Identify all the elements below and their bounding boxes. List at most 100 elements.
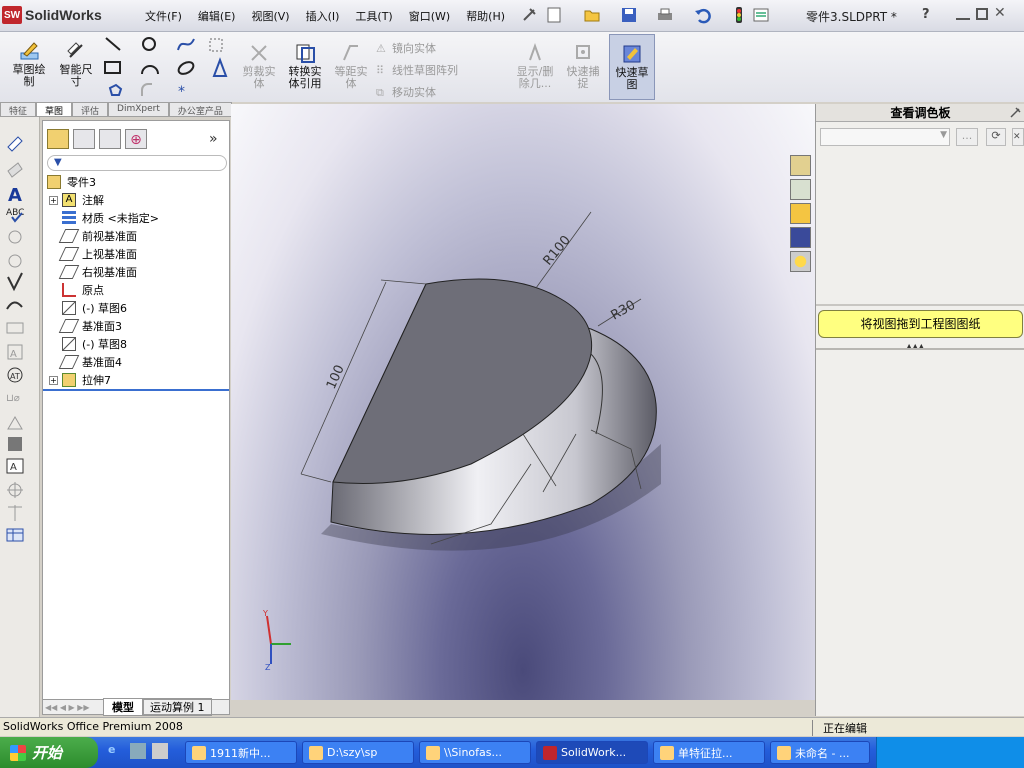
help-icon[interactable]: ?: [922, 7, 930, 22]
rebuild-icon[interactable]: [730, 6, 748, 24]
rapid-sketch-icon: [623, 45, 641, 63]
tree-item-origin[interactable]: 原点: [62, 281, 104, 299]
tab-evaluate[interactable]: 评估: [72, 102, 109, 117]
graphics-viewport[interactable]: R100 R30 100 Y Z: [231, 104, 815, 700]
menu-help[interactable]: 帮助(H): [458, 8, 513, 24]
close-icon[interactable]: ✕: [994, 6, 1008, 20]
mirror-label: 镜向实体: [392, 42, 436, 55]
restore-icon[interactable]: [976, 8, 988, 20]
taskbar-item-active[interactable]: SolidWork...: [536, 741, 648, 764]
tree-item-plane4[interactable]: 基准面4: [58, 353, 122, 371]
pin-pane-icon[interactable]: [1008, 106, 1022, 120]
quick-snaps-button[interactable]: 快速捕 捉: [562, 42, 604, 90]
options-icon[interactable]: [752, 6, 770, 24]
app-icon[interactable]: [152, 743, 168, 759]
left-toolbar: A ABC A AT ⊔⌀ A: [0, 117, 40, 717]
tab-motion-study[interactable]: 运动算例 1: [143, 698, 212, 716]
trim-entities-button[interactable]: 剪裁实 体: [238, 42, 280, 90]
tree-item-sketch6[interactable]: (-) 草图6: [62, 299, 127, 317]
menu-view[interactable]: 视图(V): [243, 8, 297, 24]
appearances-icon[interactable]: [790, 251, 811, 272]
mirror-entities-button[interactable]: ⚠ 镜向实体: [376, 38, 506, 60]
rapid-sketch-button[interactable]: 快速草 图: [609, 34, 655, 100]
status-bar: SolidWorks Office Premium 2008 正在编辑: [0, 717, 1024, 736]
tab-features[interactable]: 特征: [0, 102, 37, 117]
taskbar-item[interactable]: D:\szy\sp: [302, 741, 414, 764]
tree-item-label: 前视基准面: [82, 230, 137, 243]
design-library-icon[interactable]: [790, 179, 811, 200]
file-explorer-icon[interactable]: [790, 203, 811, 224]
tab-sketch[interactable]: 草图: [36, 102, 73, 117]
display-delete-relations-button[interactable]: 显示/删 除几...: [512, 42, 558, 90]
centerline-icon: [8, 505, 22, 521]
expand-chevron-icon[interactable]: »: [209, 131, 218, 147]
tree-item-top-plane[interactable]: 上视基准面: [58, 245, 137, 263]
tree-item-extrude7[interactable]: + 拉伸7: [49, 371, 111, 389]
tree-item-label: 材质 <未指定>: [82, 212, 159, 225]
start-button[interactable]: 开始: [0, 737, 98, 768]
tree-item-front-plane[interactable]: 前视基准面: [58, 227, 137, 245]
filter-input[interactable]: ▼: [47, 155, 227, 171]
offset-entities-button[interactable]: 等距实 体: [330, 42, 372, 90]
desktop-icon[interactable]: [130, 743, 146, 759]
dimension-r30[interactable]: R30: [609, 298, 639, 324]
expand-toggle-icon[interactable]: +: [49, 195, 58, 205]
expand-toggle-icon[interactable]: +: [49, 375, 58, 385]
menu-file[interactable]: 文件(F): [137, 8, 190, 24]
feature-manager-tree-icon[interactable]: [47, 129, 69, 149]
sketch-button[interactable]: 草图绘 制: [8, 40, 50, 88]
tree-item-annotations[interactable]: + A 注解: [49, 191, 104, 209]
tree-item-right-plane[interactable]: 右视基准面: [58, 263, 137, 281]
rollback-bar[interactable]: [43, 389, 229, 391]
taskbar-item[interactable]: 1911新中...: [185, 741, 297, 764]
tab-model[interactable]: 模型: [103, 698, 143, 716]
menu-insert[interactable]: 插入(I): [298, 8, 348, 24]
configuration-manager-icon[interactable]: [99, 129, 121, 149]
table-icon: [6, 528, 24, 542]
linear-pattern-button[interactable]: ⠿ 线性草图阵列: [376, 60, 506, 82]
part-icon: [47, 175, 61, 189]
dimension-r100[interactable]: R100: [541, 233, 574, 269]
taskbar-item[interactable]: 未命名 - ...: [770, 741, 870, 764]
print-icon[interactable]: [656, 6, 674, 24]
tab-nav-icon[interactable]: ◀◀ ◀ ▶ ▶▶: [43, 703, 103, 712]
clear-icon[interactable]: ✕: [1012, 128, 1024, 146]
move-entities-button[interactable]: ⧉ 移动实体: [376, 82, 506, 104]
open-folder-icon[interactable]: [583, 6, 601, 24]
grid-icon: [209, 38, 223, 52]
tree-item-material[interactable]: 材质 <未指定>: [62, 209, 159, 227]
menu-edit[interactable]: 编辑(E): [190, 8, 244, 24]
tree-item-plane3[interactable]: 基准面3: [58, 317, 122, 335]
property-manager-icon[interactable]: [73, 129, 95, 149]
new-document-icon[interactable]: [545, 6, 563, 24]
tree-root[interactable]: 零件3: [47, 173, 96, 191]
palette-select[interactable]: ▼: [820, 128, 950, 146]
solidworks-logo[interactable]: SW SolidWorks: [2, 4, 122, 26]
undo-icon[interactable]: [693, 6, 711, 24]
refresh-icon[interactable]: ⟳: [986, 128, 1006, 146]
window-controls: ✕: [956, 6, 1016, 24]
minimize-icon[interactable]: [956, 6, 970, 20]
taskbar-item[interactable]: \\Sinofas...: [419, 741, 531, 764]
dimxpert-manager-icon[interactable]: ⊕: [125, 129, 147, 149]
pin-icon[interactable]: [520, 6, 538, 24]
tree-item-sketch8[interactable]: (-) 草图8: [62, 335, 127, 353]
save-icon[interactable]: [620, 6, 638, 24]
menu-window[interactable]: 窗口(W): [401, 8, 458, 24]
taskbar-item[interactable]: 单特征拉...: [653, 741, 765, 764]
ie-icon[interactable]: e: [108, 743, 124, 759]
windows-taskbar: 开始 e 1911新中... D:\szy\sp \\Sinofas... So…: [0, 737, 1024, 768]
part-model[interactable]: R100 R30 100 Y Z: [231, 104, 815, 700]
view-palette-icon[interactable]: [790, 227, 811, 248]
sketch-icon: [62, 337, 76, 351]
menu-tools[interactable]: 工具(T): [347, 8, 400, 24]
browse-button[interactable]: ...: [956, 128, 978, 146]
smart-dimension-button[interactable]: 智能尺 寸: [55, 40, 97, 88]
convert-entities-button[interactable]: 转换实 体引用: [284, 42, 326, 90]
tab-dimxpert[interactable]: DimXpert: [108, 102, 169, 117]
svg-text:A: A: [8, 185, 22, 206]
solidworks-resources-icon[interactable]: [790, 155, 811, 176]
plane-icon: [58, 229, 80, 243]
app-name: SolidWorks: [25, 7, 102, 23]
tab-office-products[interactable]: 办公室产品: [168, 102, 232, 117]
